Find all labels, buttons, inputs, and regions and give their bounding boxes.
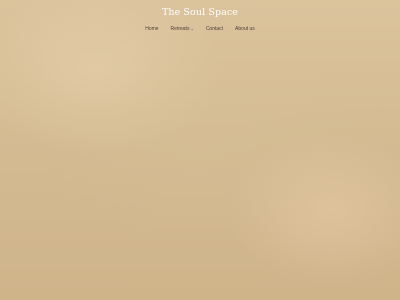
nav-item-home[interactable]: Home [145,26,158,32]
chevron-down-icon: ⌄ [190,26,194,31]
background-texture [0,0,400,300]
nav-item-about-us-label: About us [235,26,255,32]
nav-item-contact[interactable]: Contact [206,26,223,32]
main-navigation: Home Retreats ⌄ Contact About us [0,26,400,32]
site-title[interactable]: The Soul Space [0,7,400,18]
nav-item-contact-label: Contact [205,26,224,32]
nav-item-about-us[interactable]: About us [235,26,255,32]
nav-item-retreats[interactable]: Retreats ⌄ [171,26,194,32]
nav-item-home-label: Home [145,26,159,32]
nav-item-retreats-label: Retreats [170,26,190,32]
